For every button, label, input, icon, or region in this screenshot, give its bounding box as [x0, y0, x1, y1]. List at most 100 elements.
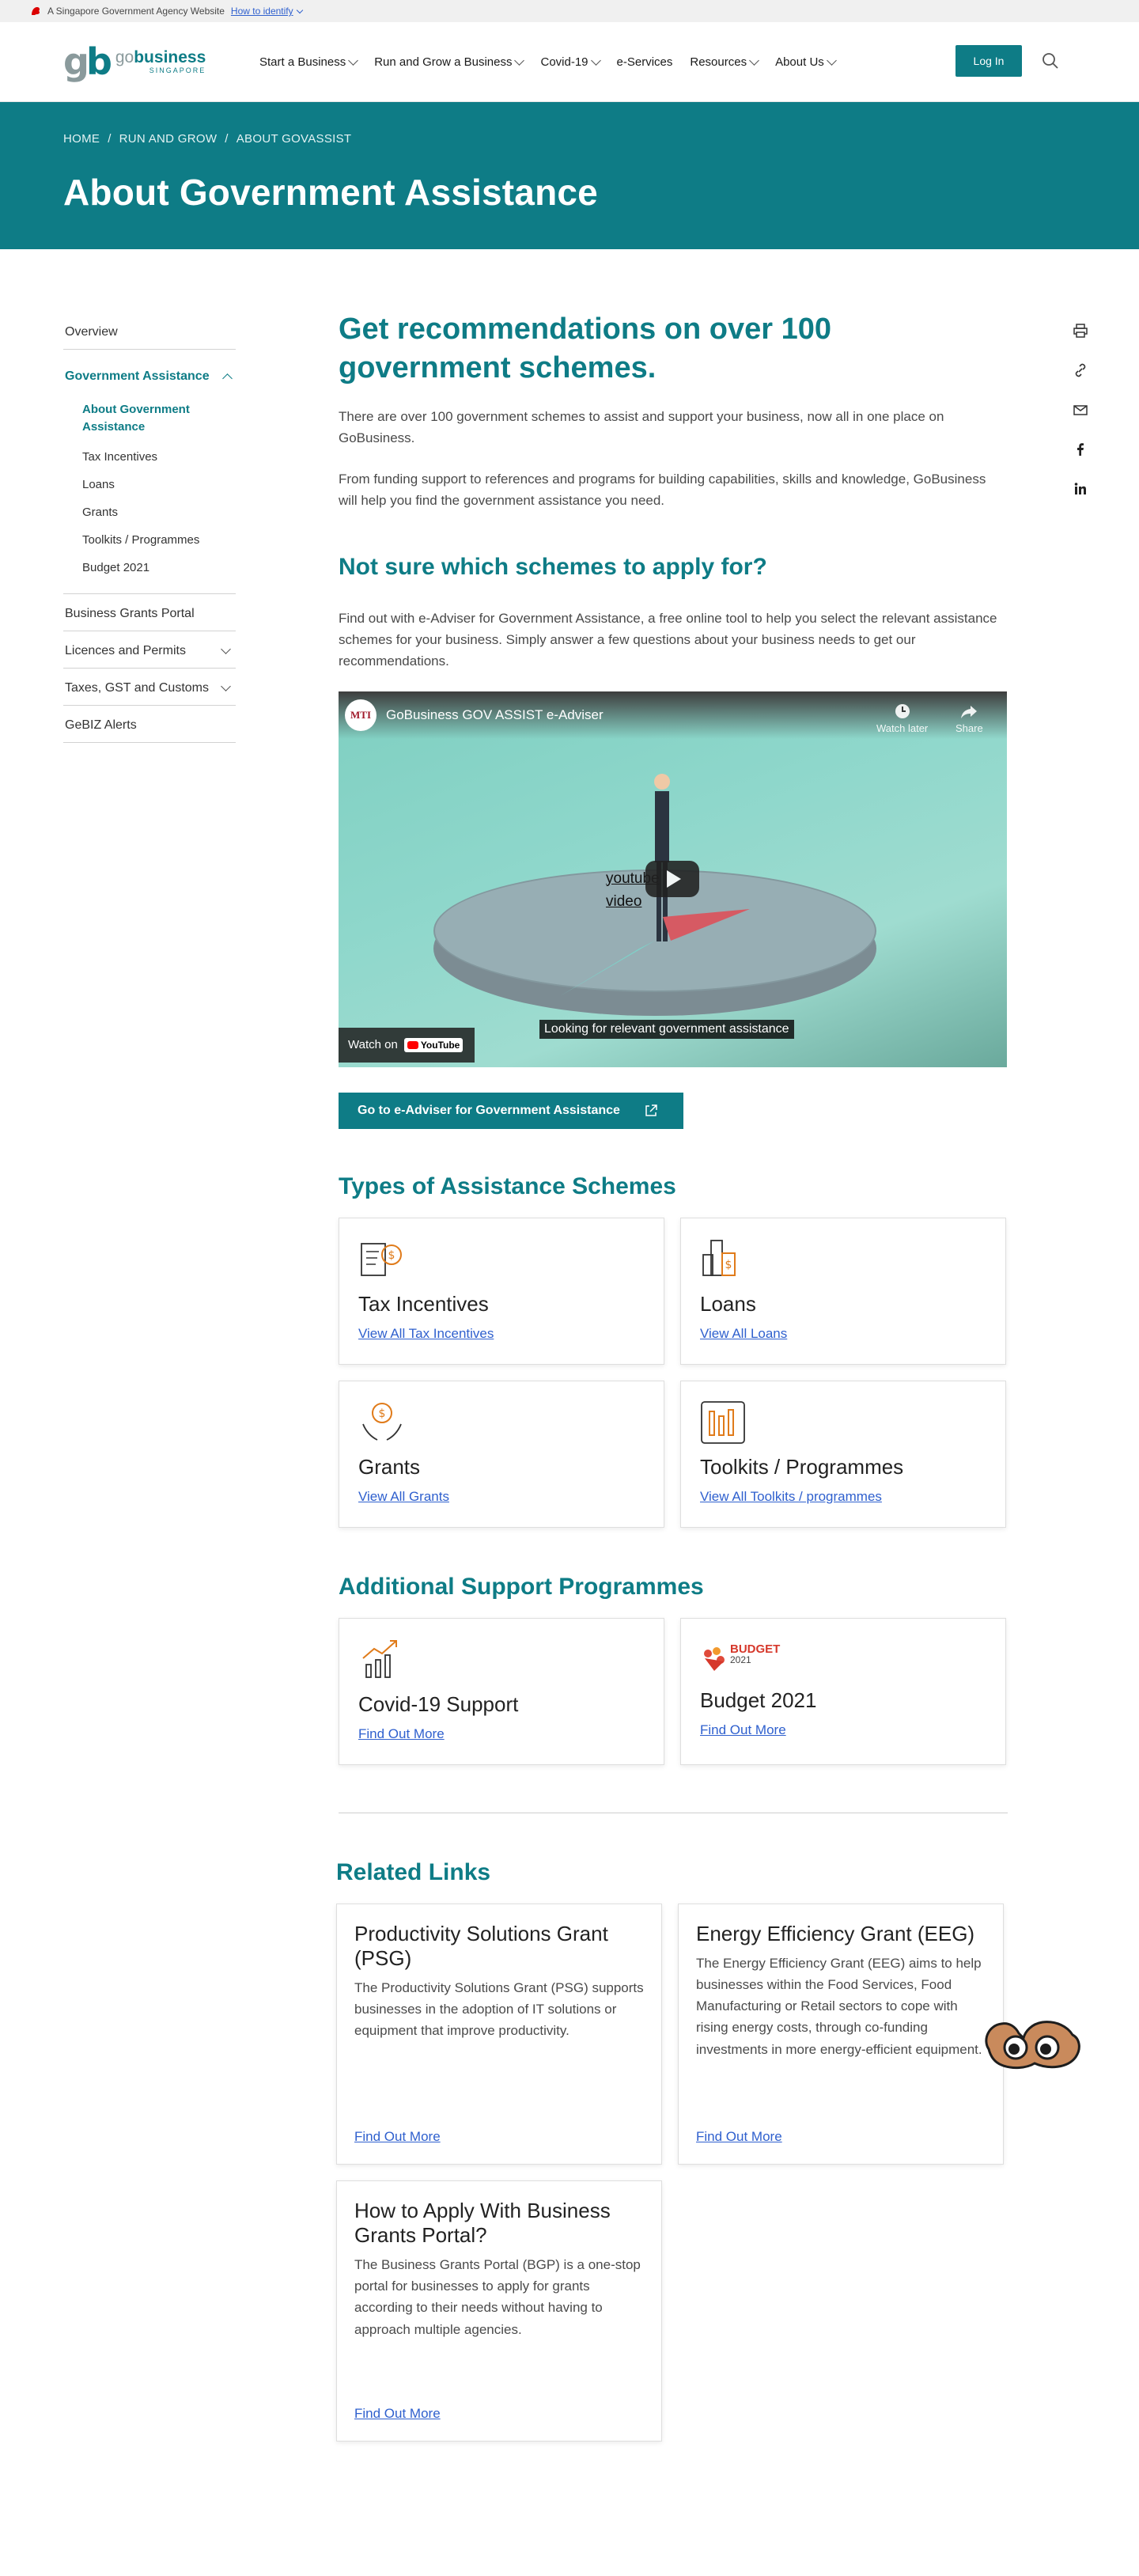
main-heading: Get recommendations on over 100 governme…	[339, 313, 831, 385]
sidebar-subitem-about[interactable]: About Government Assistance	[82, 395, 236, 444]
card-tax-incentives[interactable]: $ Tax Incentives View All Tax Incentives	[339, 1217, 664, 1365]
cta-label: Go to e-Adviser for Government Assistanc…	[358, 1103, 620, 1117]
related-card-psg[interactable]: Productivity Solutions Grant (PSG) The P…	[336, 1903, 662, 2165]
e-adviser-cta-button[interactable]: Go to e-Adviser for Government Assistanc…	[339, 1092, 683, 1129]
card-grants[interactable]: $ Grants View All Grants	[339, 1380, 664, 1528]
sidebar-item-business-grants-portal[interactable]: Business Grants Portal	[63, 594, 236, 631]
card-budget-2021[interactable]: BUDGET 2021 Budget 2021 Find Out More	[680, 1617, 1006, 1765]
search-icon[interactable]	[1042, 52, 1059, 70]
chevron-down-icon	[348, 55, 359, 66]
login-button[interactable]: Log In	[955, 45, 1022, 77]
play-button-icon[interactable]	[645, 860, 699, 897]
gov-masthead: A Singapore Government Agency Website Ho…	[0, 0, 1139, 22]
nav-label: Resources	[690, 55, 747, 69]
watch-later-button[interactable]: Watch later	[876, 703, 928, 734]
card-title: Covid-19 Support	[358, 1691, 519, 1716]
chevron-down-icon	[514, 55, 525, 66]
related-card-title: How to Apply With Business Grants Portal…	[354, 2198, 611, 2247]
sidebar-subitem-budget-2021[interactable]: Budget 2021	[82, 555, 236, 582]
card-link[interactable]: Find Out More	[358, 1726, 445, 1742]
breadcrumb-separator: /	[108, 132, 112, 146]
watch-later-label: Watch later	[876, 722, 929, 734]
how-to-identify-label: How to identify	[230, 6, 293, 17]
mti-channel-avatar[interactable]: MTI	[345, 699, 377, 731]
nav-start-a-business[interactable]: Start a Business	[259, 55, 359, 69]
card-loans[interactable]: $ Loans View All Loans	[680, 1217, 1006, 1365]
card-title: Tax Incentives	[358, 1291, 489, 1316]
main-content: Get recommendations on over 100 governme…	[336, 310, 1008, 2442]
card-link[interactable]: View All Tax Incentives	[358, 1326, 494, 1342]
intro-paragraph-1: There are over 100 government schemes to…	[339, 409, 944, 446]
sidebar-item-taxes[interactable]: Taxes, GST and Customs	[63, 669, 236, 706]
linkedin-icon[interactable]	[1073, 481, 1088, 497]
card-link[interactable]: Find Out More	[700, 1722, 786, 1738]
how-to-identify-link[interactable]: How to identify	[230, 6, 303, 17]
chevron-down-icon	[221, 680, 231, 691]
card-link[interactable]: View All Grants	[358, 1489, 449, 1505]
sidebar-item-government-assistance[interactable]: Government Assistance	[63, 362, 236, 393]
video-caption: Looking for relevant government assistan…	[539, 1019, 794, 1039]
card-title: Budget 2021	[700, 1688, 817, 1712]
sidebar-item-label: Licences and Permits	[65, 643, 186, 657]
share-arrow-icon	[961, 705, 978, 718]
related-card-link[interactable]: Find Out More	[696, 2129, 782, 2145]
related-card-description: The Energy Efficiency Grant (EEG) aims t…	[696, 1955, 982, 2057]
card-toolkits[interactable]: Toolkits / Programmes View All Toolkits …	[680, 1380, 1006, 1528]
nav-e-services[interactable]: e-Services	[617, 55, 673, 69]
sidebar-item-gebiz[interactable]: GeBIZ Alerts	[63, 706, 236, 743]
sidebar-subitem-grants[interactable]: Grants	[82, 499, 236, 527]
card-link[interactable]: View All Loans	[700, 1326, 787, 1342]
section-heading-additional: Additional Support Programmes	[339, 1573, 704, 1600]
budget-logo-text: BUDGET	[730, 1642, 781, 1657]
nav-covid-19[interactable]: Covid-19	[540, 55, 601, 69]
growth-chart-icon	[362, 1639, 397, 1678]
related-card-bgp[interactable]: How to Apply With Business Grants Portal…	[336, 2180, 662, 2442]
youtube-label: YouTube	[420, 1039, 460, 1051]
watch-on-label: Watch on	[348, 1038, 398, 1052]
toolkit-icon	[701, 1400, 745, 1444]
card-link[interactable]: View All Toolkits / programmes	[700, 1489, 882, 1505]
breadcrumb-home[interactable]: HOME	[63, 132, 100, 146]
card-covid-19-support[interactable]: Covid-19 Support Find Out More	[339, 1617, 664, 1765]
card-title: Grants	[358, 1454, 421, 1479]
related-card-title: Energy Efficiency Grant (EEG)	[696, 1921, 975, 1945]
sidebar-subitem-loans[interactable]: Loans	[82, 472, 236, 499]
related-card-description: The Business Grants Portal (BGP) is a on…	[354, 2256, 641, 2337]
watch-on-youtube-button[interactable]: Watch on YouTube	[339, 1027, 475, 1063]
youtube-video-embed[interactable]: MTI GoBusiness GOV ASSIST e-Adviser Watc…	[339, 691, 1007, 1067]
sidebar-item-overview[interactable]: Overview	[63, 318, 236, 350]
related-card-description: The Productivity Solutions Grant (PSG) s…	[354, 1979, 644, 2039]
assistance-types-grid: $ Tax Incentives View All Tax Incentives…	[339, 1217, 1008, 1528]
budget-heart-icon	[704, 1646, 725, 1671]
chevron-down-icon	[590, 55, 601, 66]
section-heading-related: Related Links	[336, 1858, 491, 1885]
print-icon[interactable]	[1073, 323, 1088, 339]
gobusiness-logo[interactable]: gb gobusiness SINGAPORE	[63, 44, 221, 80]
tax-document-icon: $	[361, 1242, 402, 1276]
nav-run-and-grow[interactable]: Run and Grow a Business	[374, 55, 525, 69]
svg-text:$: $	[388, 1249, 395, 1262]
share-video-button[interactable]: Share	[955, 703, 983, 734]
related-card-link[interactable]: Find Out More	[354, 2406, 441, 2422]
youtube-logo-icon: YouTube	[403, 1037, 464, 1052]
facebook-icon[interactable]	[1073, 441, 1088, 457]
sidebar-item-label: GeBIZ Alerts	[65, 718, 137, 732]
main-nav: Start a Business Run and Grow a Business…	[259, 55, 837, 69]
email-icon[interactable]	[1073, 402, 1088, 418]
video-title[interactable]: GoBusiness GOV ASSIST e-Adviser	[386, 707, 604, 723]
sidebar-item-licences[interactable]: Licences and Permits	[63, 631, 236, 669]
sidebar-item-label: Business Grants Portal	[65, 606, 195, 620]
nav-resources[interactable]: Resources	[690, 55, 759, 69]
related-card-link[interactable]: Find Out More	[354, 2129, 441, 2145]
logo-name-a: go	[115, 48, 134, 66]
sidebar-subitem-tax-incentives[interactable]: Tax Incentives	[82, 444, 236, 472]
feedback-eyes-icon[interactable]	[981, 2016, 1084, 2073]
breadcrumb-run-and-grow[interactable]: RUN AND GROW	[119, 132, 218, 146]
e-adviser-paragraph: Find out with e-Adviser for Government A…	[339, 611, 997, 669]
nav-about-us[interactable]: About Us	[775, 55, 837, 69]
budget-logo-icon: BUDGET 2021	[700, 1636, 986, 1684]
link-icon[interactable]	[1073, 362, 1088, 378]
chevron-up-icon	[222, 373, 233, 384]
sidebar-subitem-toolkits[interactable]: Toolkits / Programmes	[82, 527, 236, 555]
related-card-eeg[interactable]: Energy Efficiency Grant (EEG) The Energy…	[678, 1903, 1004, 2165]
